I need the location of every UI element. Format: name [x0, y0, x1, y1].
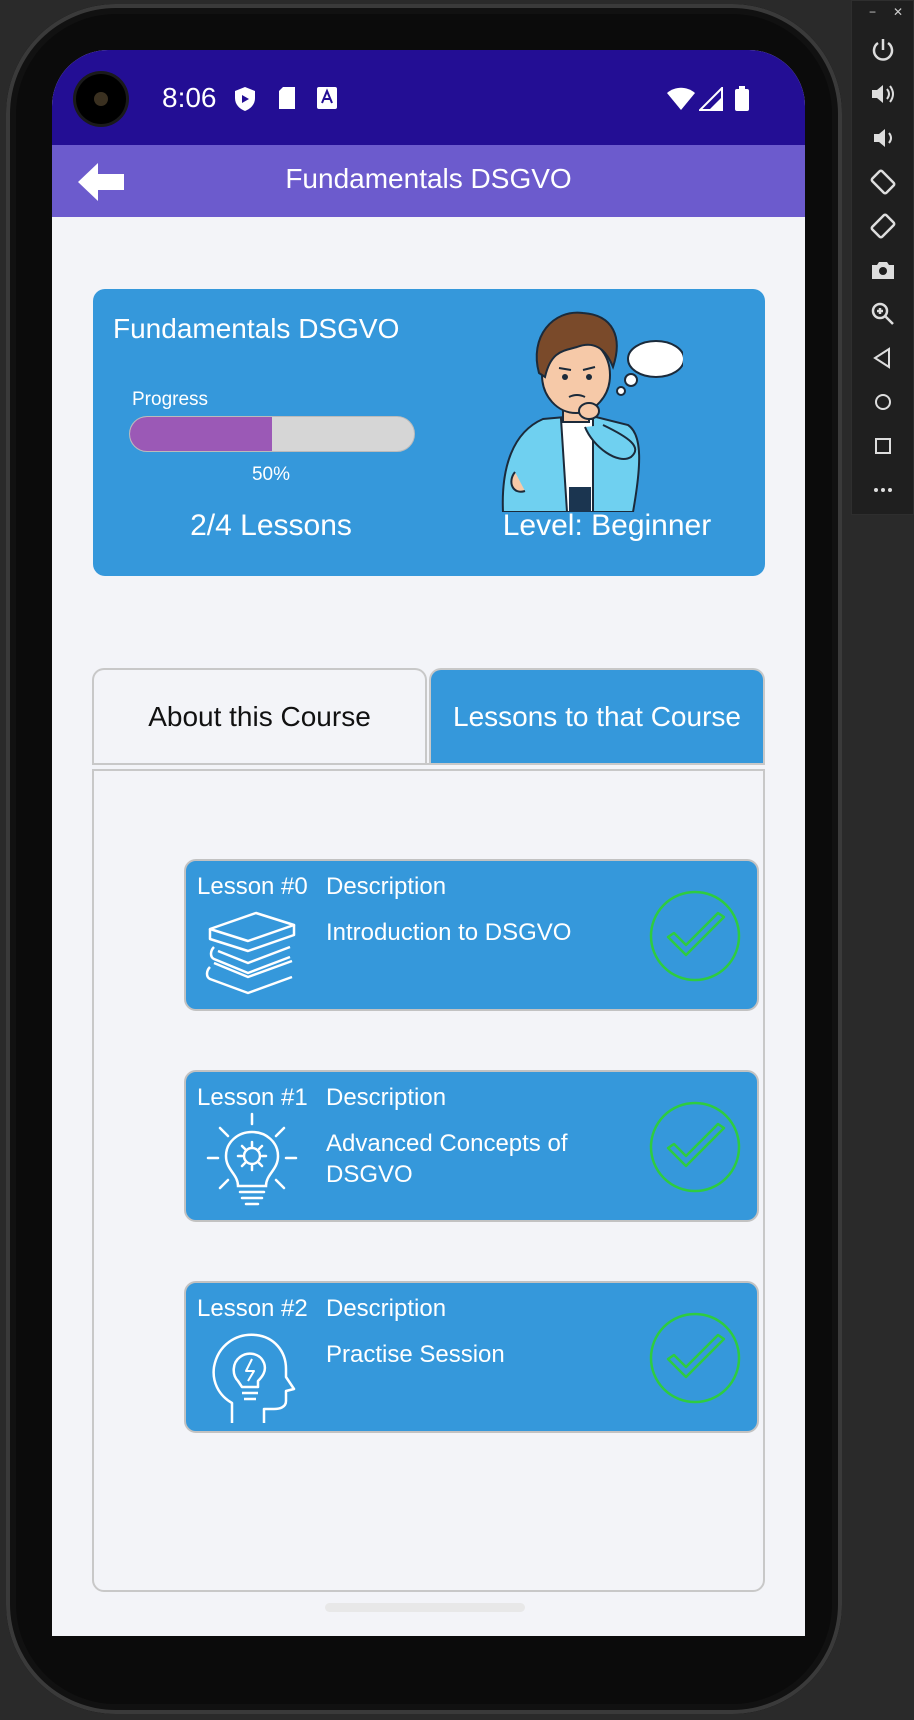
progress-bar	[129, 416, 415, 452]
lessons-count: 2/4 Lessons	[190, 509, 352, 542]
check-circle-icon	[649, 1312, 741, 1404]
lesson-number: Lesson #2	[197, 1295, 308, 1322]
course-level: Level: Beginner	[502, 509, 712, 542]
front-camera	[76, 74, 126, 124]
lesson-description: Advanced Concepts of DSGVO	[326, 1130, 568, 1188]
close-button[interactable]: ✕	[893, 5, 903, 19]
lesson-description-label: Description	[326, 1084, 447, 1111]
check-circle-icon	[649, 1101, 741, 1193]
head-lightbulb-icon	[212, 1333, 296, 1423]
rotate-right-icon[interactable]	[869, 212, 897, 240]
lesson-description-label: Description	[326, 873, 447, 900]
lesson-description: Practise Session	[326, 1341, 505, 1368]
status-bar: 8:06	[52, 50, 805, 145]
battery-icon	[735, 86, 749, 111]
overview-square-icon[interactable]	[869, 432, 897, 460]
more-icon[interactable]	[869, 476, 897, 504]
lesson-card-2[interactable]: Lesson #2 Description Practise Session	[184, 1281, 759, 1433]
signal-icon	[699, 87, 723, 111]
tab-label: Lessons to that Course	[453, 701, 741, 732]
device-screen: 8:06 Fundamentals DSGVO Fundamentals DSG…	[52, 50, 805, 1636]
progress-label: Progress	[132, 389, 209, 410]
home-gesture-bar[interactable]	[325, 1603, 525, 1612]
thinking-man-illustration	[501, 311, 683, 512]
lesson-card-1[interactable]: Lesson #1 Description Advanced Concepts …	[184, 1070, 759, 1222]
lesson-description-label: Description	[326, 1295, 447, 1322]
lightbulb-gear-icon	[206, 1112, 298, 1206]
progress-percentage: 50%	[251, 464, 291, 485]
emulator-toolbar: − ✕	[851, 0, 914, 515]
tab-divider	[92, 763, 765, 765]
phone-frame: 8:06 Fundamentals DSGVO Fundamentals DSG…	[6, 4, 842, 1714]
tab-about-this-course[interactable]: About this Course	[92, 668, 427, 764]
app-bar-title: Fundamentals DSGVO	[285, 163, 572, 194]
back-triangle-icon[interactable]	[869, 344, 897, 372]
keyboard-a-icon	[317, 87, 337, 109]
tab-label: About this Course	[148, 701, 371, 732]
minimize-button[interactable]: −	[869, 5, 876, 19]
camera-icon[interactable]	[869, 256, 897, 284]
shield-icon	[235, 87, 255, 111]
power-icon[interactable]	[869, 36, 897, 64]
zoom-icon[interactable]	[869, 300, 897, 328]
tab-lessons-to-that-course[interactable]: Lessons to that Course	[429, 668, 765, 764]
lesson-number: Lesson #0	[197, 873, 308, 900]
wifi-icon	[667, 87, 695, 110]
books-stack-icon	[205, 911, 296, 995]
check-circle-icon	[649, 890, 741, 982]
lesson-description: Introduction to DSGVO	[326, 919, 572, 946]
lesson-number: Lesson #1	[197, 1084, 308, 1111]
lesson-card-0[interactable]: Lesson #0 Description Introduction to DS…	[184, 859, 759, 1011]
progress-bar-fill	[130, 417, 272, 451]
rotate-left-icon[interactable]	[869, 168, 897, 196]
volume-down-icon[interactable]	[869, 124, 897, 152]
app-bar: Fundamentals DSGVO	[52, 145, 805, 217]
home-circle-icon[interactable]	[869, 388, 897, 416]
course-summary-card: Fundamentals DSGVO Progress 50% 2/4 Less…	[93, 289, 765, 576]
lessons-tab-panel: Lesson #0 Description Introduction to DS…	[92, 769, 765, 1592]
sd-card-icon	[279, 87, 295, 109]
volume-up-icon[interactable]	[869, 80, 897, 108]
status-time: 8:06	[162, 82, 217, 113]
course-title: Fundamentals DSGVO	[113, 313, 400, 344]
